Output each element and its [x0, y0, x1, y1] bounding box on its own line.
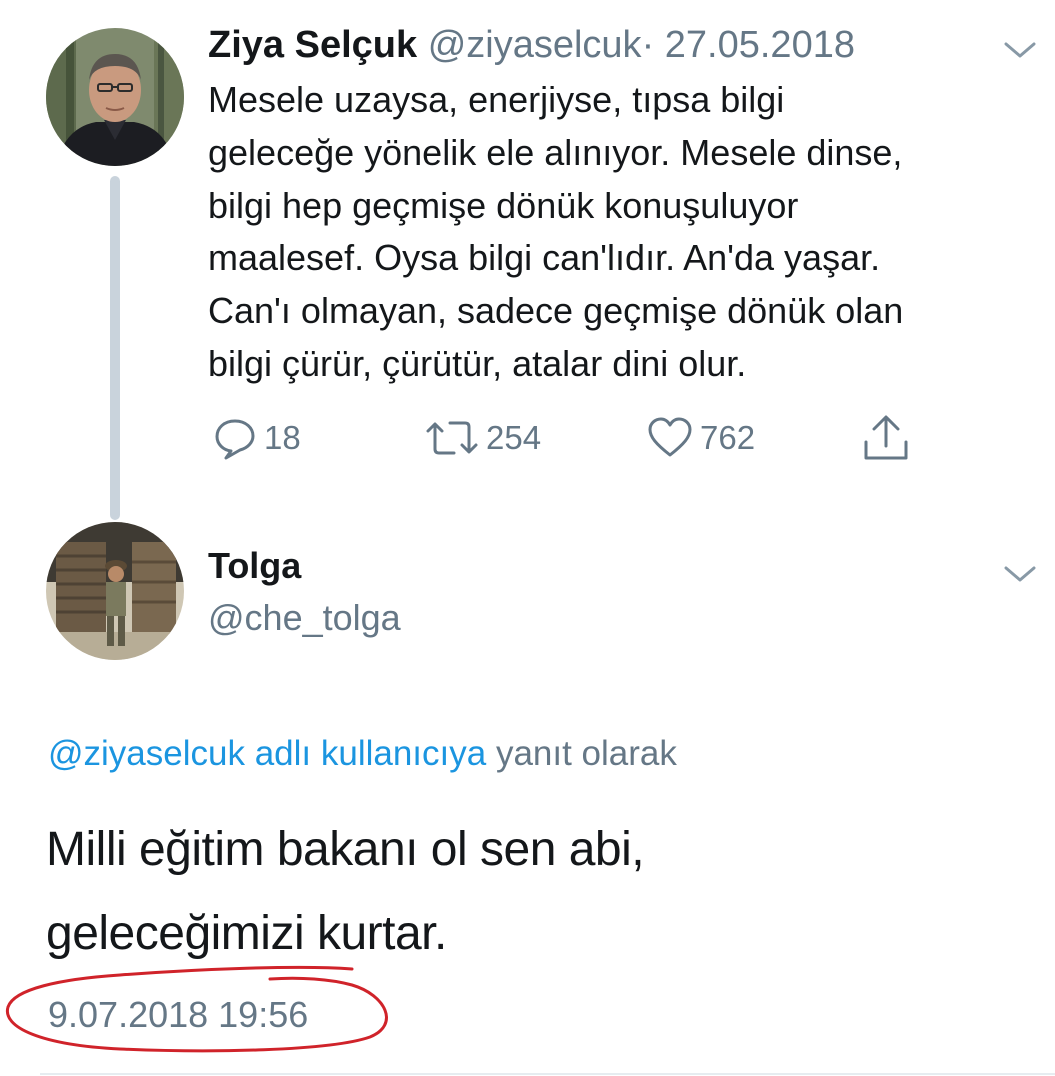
ziya-avatar[interactable] [46, 28, 184, 166]
reply-context-mention[interactable]: @ziyaselcuk adlı kullanıcıya [48, 734, 486, 773]
tweet-text-line: maalesef. Oysa bilgi can'lıdır. An'da ya… [208, 237, 881, 279]
author-name[interactable]: Ziya Selçuk [208, 24, 417, 66]
retweet-button[interactable]: 254 [424, 412, 541, 464]
reply-context: @ziyaselcuk adlı kullanıcıya yanıt olara… [48, 734, 677, 774]
like-count: 762 [700, 419, 756, 456]
reply-timestamp[interactable]: 9.07.2018 19:56 [48, 994, 308, 1036]
tweet-text-line: bilgi çürür, çürütür, atalar dini olur. [208, 342, 747, 384]
reply-text-line: Milli eğitim bakanı ol sen abi, [46, 823, 645, 876]
reply-button[interactable]: 18 [212, 412, 301, 464]
heart-icon [646, 415, 700, 461]
retweet-icon [424, 415, 486, 461]
author-handle[interactable]: @ziyaselcuk [428, 24, 642, 66]
reply-author-handle[interactable]: @che_tolga [208, 597, 401, 639]
tolga-avatar[interactable] [46, 522, 184, 660]
reply-author-name[interactable]: Tolga [208, 545, 301, 587]
share-button[interactable] [860, 412, 918, 464]
reply-count: 18 [264, 419, 301, 456]
reply-text: Milli eğitim bakanı ol sen abi, geleceği… [46, 808, 645, 976]
tweet-date[interactable]: 27.05.2018 [665, 24, 855, 66]
tweet-header: Ziya Selçuk @ziyaselcuk· 27.05.2018 [208, 22, 855, 68]
tweet-text-line: Can'ı olmayan, sadece geçmişe dönük olan [208, 290, 904, 332]
reply-context-suffix: yanıt olarak [486, 734, 677, 773]
share-icon [860, 412, 918, 464]
tweet-text-line: Mesele uzaysa, enerjiyse, tıpsa bilgi [208, 79, 785, 120]
divider [40, 1073, 1055, 1075]
reply-icon [212, 415, 264, 461]
tweet-text: Mesele uzaysa, enerjiyse, tıpsa bilgi ge… [208, 74, 1038, 391]
header-separator: · [641, 24, 655, 66]
chevron-down-icon[interactable] [1000, 560, 1040, 586]
retweet-count: 254 [486, 419, 542, 456]
tweet-text-line: geleceğe yönelik ele alınıyor. Mesele di… [208, 131, 903, 173]
thread-line [110, 176, 120, 520]
tweet-text-line: bilgi hep geçmişe dönük konuşuluyor [208, 184, 799, 226]
chevron-down-icon[interactable] [1000, 36, 1040, 62]
like-button[interactable]: 762 [646, 412, 755, 464]
